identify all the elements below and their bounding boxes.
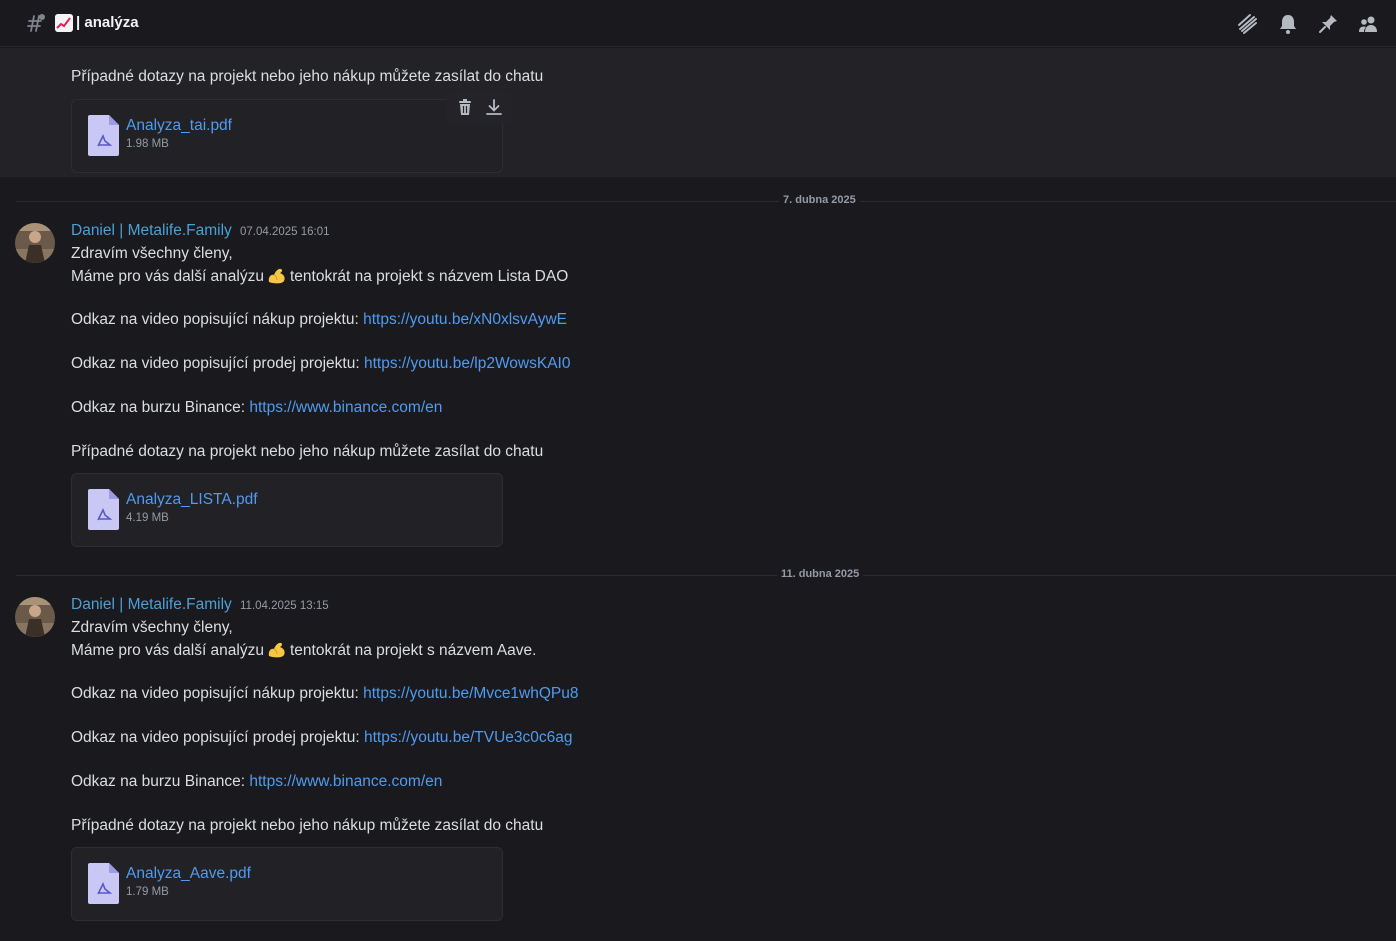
message-greeting: Zdravím všechny členy, <box>71 245 233 262</box>
file-attachment[interactable]: Analyza_Aave.pdf 1.79 MB <box>71 847 503 921</box>
pin-icon[interactable] <box>1316 12 1340 36</box>
sell-video-link[interactable]: https://youtu.be/lp2WowsKAI0 <box>364 355 571 372</box>
file-size: 1.79 MB <box>126 886 169 898</box>
avatar[interactable] <box>15 223 55 263</box>
date-divider <box>16 575 1396 576</box>
date-divider-label: 11. dubna 2025 <box>777 568 864 580</box>
file-size: 1.98 MB <box>126 138 169 150</box>
trash-icon[interactable] <box>456 98 474 116</box>
file-attachment[interactable]: Analyza_LISTA.pdf 4.19 MB <box>71 473 503 547</box>
file-name-link[interactable]: Analyza_Aave.pdf <box>126 865 251 883</box>
buy-video-link[interactable]: https://youtu.be/xN0xlsvAywE <box>363 311 567 328</box>
avatar[interactable] <box>15 597 55 637</box>
attachment-toolbar <box>446 90 512 124</box>
members-icon[interactable] <box>1356 12 1380 36</box>
message-intro: Máme pro vás další analýzu tentokrát na … <box>71 639 536 662</box>
channel-name: | analýza <box>76 14 139 31</box>
message-text: Případné dotazy na projekt nebo jeho nák… <box>71 68 544 85</box>
message-author[interactable]: Daniel | Metalife.Family <box>71 596 232 614</box>
buy-video-line: Odkaz na video popisující nákup projektu… <box>71 685 579 702</box>
exchange-link[interactable]: https://www.binance.com/en <box>249 399 442 416</box>
sell-video-link[interactable]: https://youtu.be/TVUe3c0c6ag <box>364 729 573 746</box>
buy-video-line: Odkaz na video popisující nákup projektu… <box>71 311 568 328</box>
chart-increasing-icon <box>55 14 73 32</box>
channel-header: | analýza <box>0 0 1396 47</box>
pdf-file-icon <box>88 863 119 904</box>
exchange-link[interactable]: https://www.binance.com/en <box>249 773 442 790</box>
file-name-link[interactable]: Analyza_LISTA.pdf <box>126 491 258 509</box>
message-text: Případné dotazy na projekt nebo jeho nák… <box>71 443 544 460</box>
exchange-line: Odkaz na burzu Binance: https://www.bina… <box>71 773 443 790</box>
message-timestamp: 07.04.2025 16:01 <box>240 226 330 238</box>
file-size: 4.19 MB <box>126 512 169 524</box>
hash-lock-icon <box>27 14 45 32</box>
flexed-biceps-icon <box>268 642 285 658</box>
bell-icon[interactable] <box>1276 12 1300 36</box>
sell-video-line: Odkaz na video popisující prodej projekt… <box>71 729 573 746</box>
threads-icon[interactable] <box>1236 12 1260 36</box>
sell-video-line: Odkaz na video popisující prodej projekt… <box>71 355 571 372</box>
exchange-line: Odkaz na burzu Binance: https://www.bina… <box>71 399 443 416</box>
message-author[interactable]: Daniel | Metalife.Family <box>71 222 232 240</box>
message-text: Případné dotazy na projekt nebo jeho nák… <box>71 817 544 834</box>
message-greeting: Zdravím všechny členy, <box>71 619 233 636</box>
file-name-link[interactable]: Analyza_tai.pdf <box>126 117 232 135</box>
date-divider <box>16 201 1396 202</box>
file-attachment[interactable]: Analyza_tai.pdf 1.98 MB <box>71 99 503 173</box>
pdf-file-icon <box>88 115 119 156</box>
download-icon[interactable] <box>485 98 503 116</box>
date-divider-label: 7. dubna 2025 <box>779 194 860 206</box>
message-intro: Máme pro vás další analýzu tentokrát na … <box>71 265 568 288</box>
message-timestamp: 11.04.2025 13:15 <box>240 600 329 612</box>
flexed-biceps-icon <box>268 268 285 284</box>
pdf-file-icon <box>88 489 119 530</box>
buy-video-link[interactable]: https://youtu.be/Mvce1whQPu8 <box>363 685 578 702</box>
